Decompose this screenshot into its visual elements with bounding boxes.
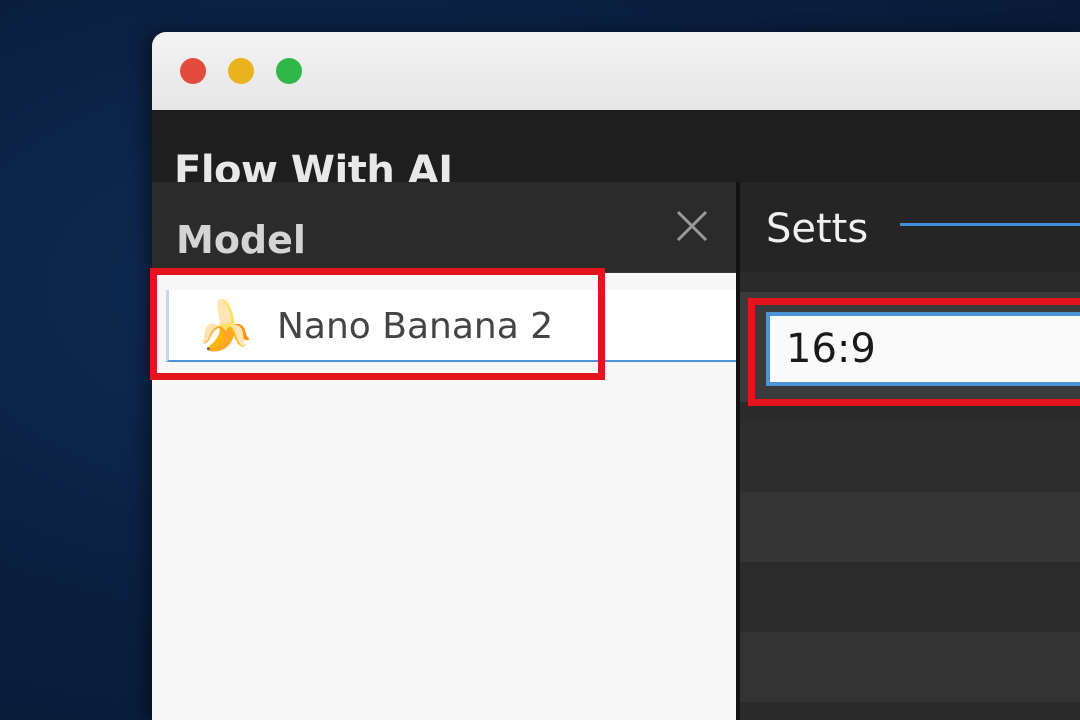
- settings-row: [740, 492, 1080, 562]
- model-panel-title: Model: [176, 218, 306, 262]
- model-list-item[interactable]: 🍌 Nano Banana 2: [166, 290, 739, 362]
- settings-row: [740, 562, 1080, 632]
- tab-settings[interactable]: Setts: [766, 206, 868, 252]
- minimize-window-button[interactable]: [228, 58, 254, 84]
- close-window-button[interactable]: [180, 58, 206, 84]
- active-tab-indicator: [900, 223, 1080, 226]
- zoom-window-button[interactable]: [276, 58, 302, 84]
- model-name-label: Nano Banana 2: [277, 306, 554, 347]
- settings-row: [740, 422, 1080, 492]
- app-window: Flow With AI Model 🍌 Nano Banana 2 Setts…: [152, 32, 1080, 720]
- banana-icon: 🍌: [195, 298, 255, 354]
- settings-panel: Setts 16:9: [736, 182, 1080, 720]
- settings-row: [740, 632, 1080, 702]
- model-panel-header: Model: [152, 182, 736, 273]
- close-icon[interactable]: [672, 206, 712, 246]
- window-titlebar: [152, 32, 1080, 110]
- model-panel: Model 🍌 Nano Banana 2: [152, 182, 739, 720]
- settings-panel-header: Setts: [740, 182, 1080, 272]
- aspect-ratio-input[interactable]: 16:9: [766, 312, 1080, 386]
- aspect-ratio-row: 16:9: [740, 292, 1080, 402]
